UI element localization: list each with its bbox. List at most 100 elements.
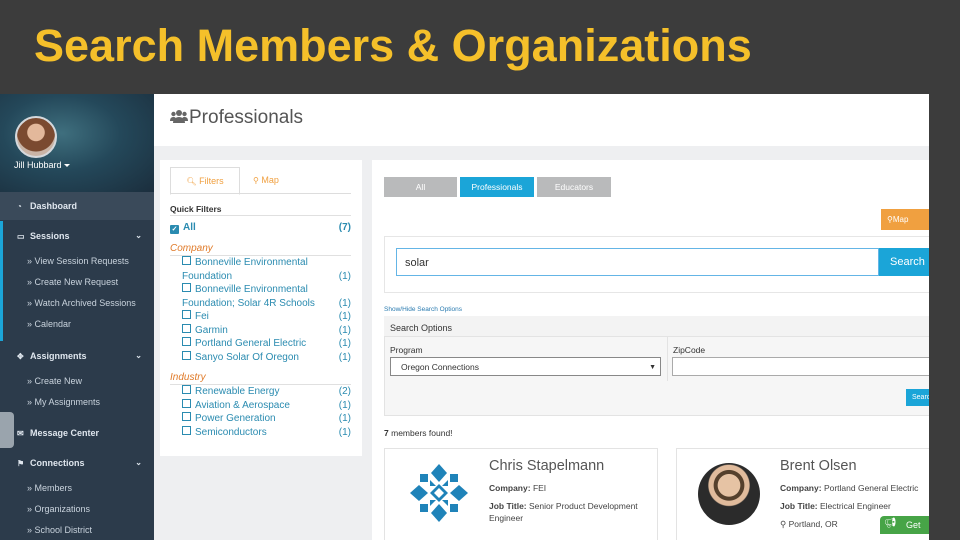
- checkbox[interactable]: [182, 385, 191, 394]
- filter-industry-item[interactable]: Renewable Energy (2): [182, 385, 351, 399]
- field-label: Company:: [780, 483, 822, 493]
- filter-industry-item[interactable]: Power Generation (1): [182, 412, 351, 426]
- envelope-icon: ✉: [17, 429, 24, 438]
- sidebar-item-dashboard[interactable]: ◔ Dashboard: [0, 192, 154, 220]
- chevron-down-icon: ⌄: [135, 351, 142, 360]
- checkbox[interactable]: [182, 426, 191, 435]
- filter-label: Bonneville Environmental Foundation: [182, 257, 308, 282]
- tab-map[interactable]: ⚲ Map: [240, 167, 292, 193]
- zipcode-label: ZipCode: [673, 345, 706, 355]
- field-value: FEI: [532, 483, 547, 493]
- slide-title: Search Members & Organizations: [34, 20, 752, 71]
- results-count: 7 members found!: [384, 428, 453, 438]
- checkbox[interactable]: [182, 310, 191, 319]
- map-button-label: Map: [892, 215, 909, 224]
- sidebar-item-connections[interactable]: ⚑ Connections ⌄: [0, 458, 154, 468]
- search-icon: 🔍︎: [186, 177, 197, 186]
- profile-panel: Jill Hubbard: [0, 94, 154, 192]
- filter-label: Semiconductors: [195, 427, 267, 438]
- filter-label: Aviation & Aerospace: [195, 400, 290, 411]
- search-button[interactable]: Search: [879, 248, 929, 276]
- user-menu[interactable]: Jill Hubbard: [14, 160, 70, 170]
- bullet-icon: »: [27, 256, 33, 266]
- filter-label: Fei: [195, 311, 209, 322]
- program-select[interactable]: Oregon Connections ▼: [390, 357, 661, 376]
- laptop-icon: ▭: [17, 232, 25, 241]
- filter-company-item[interactable]: Garmin (1): [182, 324, 351, 338]
- bullet-icon: »: [27, 319, 33, 329]
- sidebar-item-label: Message Center: [30, 428, 100, 438]
- sidebar-item-label: Sessions: [30, 231, 70, 241]
- filter-pill-educators[interactable]: Educators: [537, 177, 611, 197]
- results-count-number: 7: [384, 428, 389, 438]
- checkbox[interactable]: [182, 324, 191, 333]
- filter-count: (1): [338, 311, 351, 322]
- filter-all[interactable]: ✓ All (7): [170, 222, 351, 234]
- users-icon: [170, 109, 188, 128]
- sidebar-item-label: Organizations: [34, 504, 91, 514]
- tab-filters[interactable]: 🔍︎ Filters: [170, 167, 240, 195]
- checkbox[interactable]: [182, 337, 191, 346]
- zipcode-input[interactable]: [672, 357, 929, 376]
- filter-industry-item[interactable]: Aviation & Aerospace (1): [182, 399, 351, 413]
- sidebar-item-view-session-requests[interactable]: » View Session Requests: [0, 256, 154, 266]
- tab-divider: [170, 193, 351, 194]
- filter-pill-professionals[interactable]: Professionals: [460, 177, 534, 197]
- caret-down-icon: [63, 164, 70, 168]
- flag-icon: ⚑: [17, 459, 25, 468]
- bullet-icon: »: [27, 277, 33, 287]
- sidebar-item-label: Connections: [30, 458, 85, 468]
- member-location: ⚲ Portland, OR: [780, 518, 838, 530]
- filter-company-item[interactable]: Bonneville Environmental Foundation; Sol…: [182, 283, 351, 310]
- member-name[interactable]: Brent Olsen: [780, 458, 857, 474]
- member-company: Company: FEI: [489, 482, 546, 494]
- sidebar-item-my-assignments[interactable]: » My Assignments: [0, 397, 154, 407]
- checkbox[interactable]: [182, 399, 191, 408]
- member-photo: [698, 463, 760, 525]
- sidebar-toggle-handle[interactable]: [0, 412, 14, 448]
- checkbox[interactable]: [182, 351, 191, 360]
- sidebar-item-message-center[interactable]: ✉ Message Center: [0, 428, 154, 438]
- options-search-button[interactable]: Search: [906, 389, 929, 406]
- avatar[interactable]: [15, 116, 57, 158]
- filter-count: (7): [338, 222, 351, 233]
- bullet-icon: »: [27, 525, 33, 535]
- filters-panel: 🔍︎ Filters ⚲ Map Quick Filters ✓ All (7) …: [160, 160, 362, 456]
- filter-count: (1): [338, 338, 351, 349]
- filter-company-item[interactable]: Sanyo Solar Of Oregon (1): [182, 351, 351, 365]
- filter-industry-item[interactable]: Semiconductors (1): [182, 426, 351, 440]
- sidebar-item-sessions[interactable]: ▭ Sessions ⌄: [0, 231, 154, 241]
- tab-label: Map: [261, 175, 279, 185]
- filter-count: (1): [338, 352, 351, 363]
- sidebar-item-watch-archived-sessions[interactable]: » Watch Archived Sessions: [0, 298, 154, 308]
- sidebar: Jill Hubbard ◔ Dashboard ▭ Sessions ⌄ » Vie…: [0, 94, 154, 540]
- member-name[interactable]: Chris Stapelmann: [489, 458, 604, 474]
- checkbox[interactable]: [182, 412, 191, 421]
- quick-filters-label: Quick Filters: [170, 204, 222, 214]
- sidebar-item-create-new[interactable]: » Create New: [0, 376, 154, 386]
- field-value: Portland, OR: [788, 519, 838, 529]
- sidebar-item-members[interactable]: » Members: [0, 483, 154, 493]
- filter-company-item[interactable]: Fei (1): [182, 310, 351, 324]
- map-button[interactable]: ⚲Map: [881, 209, 929, 230]
- sidebar-item-school-district[interactable]: » School District: [0, 525, 154, 535]
- filter-count: (1): [338, 413, 351, 424]
- search-input[interactable]: solar: [396, 248, 879, 276]
- sidebar-item-assignments[interactable]: ✥ Assignments ⌄: [0, 351, 154, 361]
- field-label: Job Title:: [780, 501, 818, 511]
- member-job-title: Job Title: Electrical Engineer: [780, 500, 891, 512]
- sidebar-item-create-new-request[interactable]: » Create New Request: [0, 277, 154, 287]
- filter-pill-all[interactable]: All: [384, 177, 457, 197]
- checkbox-checked-icon[interactable]: ✓: [170, 225, 179, 234]
- filter-company-item[interactable]: Portland General Electric (1): [182, 337, 351, 351]
- filter-label: Sanyo Solar Of Oregon: [195, 352, 299, 363]
- sidebar-item-organizations[interactable]: » Organizations: [0, 504, 154, 514]
- checkbox[interactable]: [182, 283, 191, 292]
- checkbox[interactable]: [182, 256, 191, 265]
- program-select-value: Oregon Connections: [401, 362, 479, 372]
- show-hide-options-link[interactable]: Show/Hide Search Options: [384, 306, 462, 313]
- filter-company-item[interactable]: Bonneville Environmental Foundation (1): [182, 256, 351, 283]
- sidebar-item-calendar[interactable]: » Calendar: [0, 319, 154, 329]
- chevron-down-icon: ⌄: [135, 231, 142, 240]
- company-section-title: Company: [170, 243, 213, 254]
